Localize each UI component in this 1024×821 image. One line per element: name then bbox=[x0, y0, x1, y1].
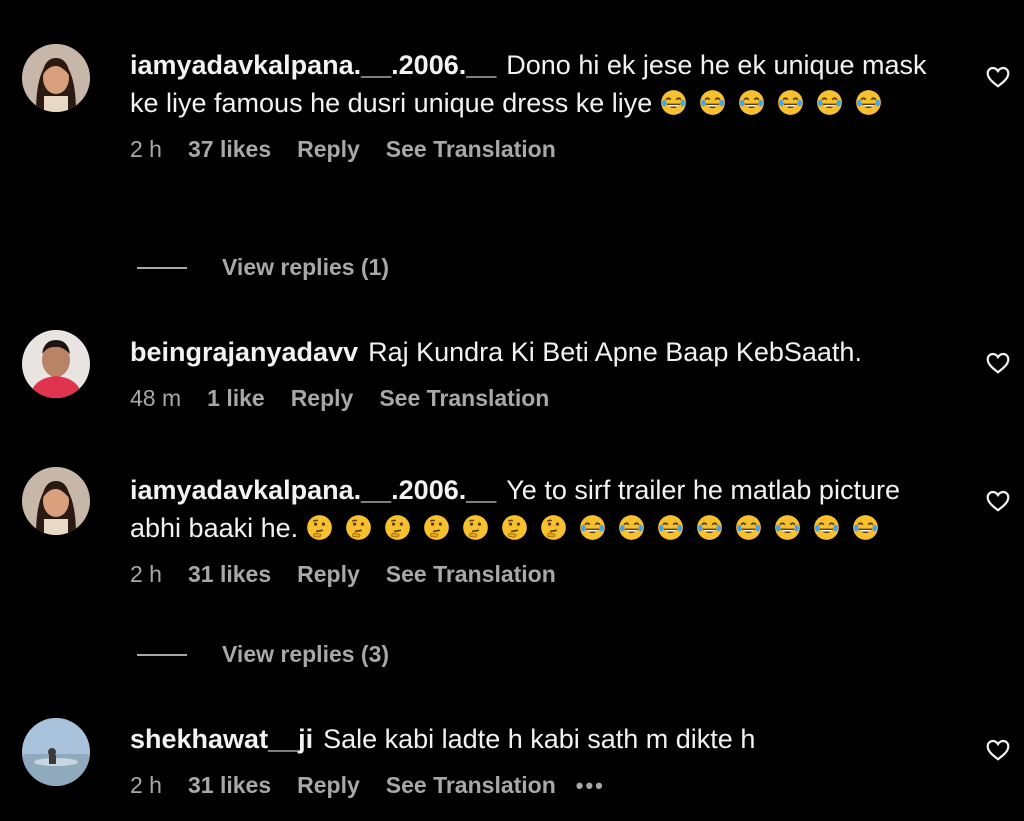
avatar[interactable] bbox=[22, 467, 90, 535]
view-replies-button[interactable]: View replies (1) bbox=[137, 254, 389, 281]
comment-username[interactable]: beingrajanyadavv bbox=[130, 337, 358, 367]
avatar-man-image bbox=[22, 330, 90, 398]
heart-outline-icon[interactable] bbox=[985, 350, 1011, 376]
face-with-tears-of-joy-emoji-icon bbox=[696, 514, 723, 541]
thinking-face-emoji-icon bbox=[345, 514, 372, 541]
comment-time: 2 h bbox=[130, 772, 162, 798]
face-with-tears-of-joy-emoji-icon bbox=[855, 89, 882, 116]
face-with-tears-of-joy-emoji-icon bbox=[660, 89, 687, 116]
more-options-icon[interactable]: ••• bbox=[576, 773, 605, 799]
comment-emojis bbox=[660, 88, 894, 118]
view-replies-label[interactable]: View replies (1) bbox=[222, 254, 389, 281]
comment-time: 2 h bbox=[130, 561, 162, 587]
face-with-tears-of-joy-emoji-icon bbox=[618, 514, 645, 541]
comment-time: 48 m bbox=[130, 385, 182, 411]
avatar-woman-image bbox=[22, 44, 90, 112]
face-with-tears-of-joy-emoji-icon bbox=[816, 89, 843, 116]
thinking-face-emoji-icon bbox=[501, 514, 528, 541]
comment-username[interactable]: iamyadavkalpana.__.2006.__ bbox=[130, 475, 496, 505]
comment-time: 2 h bbox=[130, 136, 162, 162]
face-with-tears-of-joy-emoji-icon bbox=[777, 89, 804, 116]
likes-count-button[interactable]: 1 like bbox=[207, 385, 265, 412]
thinking-face-emoji-icon bbox=[384, 514, 411, 541]
reply-button[interactable]: Reply bbox=[297, 136, 360, 163]
heart-outline-icon[interactable] bbox=[985, 64, 1011, 90]
comment-username[interactable]: iamyadavkalpana.__.2006.__ bbox=[130, 50, 496, 80]
see-translation-button[interactable]: See Translation bbox=[386, 561, 556, 588]
likes-count-button[interactable]: 37 likes bbox=[188, 136, 271, 163]
face-with-tears-of-joy-emoji-icon bbox=[735, 514, 762, 541]
thinking-face-emoji-icon bbox=[540, 514, 567, 541]
thinking-face-emoji-icon bbox=[423, 514, 450, 541]
face-with-tears-of-joy-emoji-icon bbox=[579, 514, 606, 541]
face-with-tears-of-joy-emoji-icon bbox=[699, 89, 726, 116]
replies-divider-line bbox=[137, 266, 187, 269]
thinking-face-emoji-icon bbox=[462, 514, 489, 541]
reply-button[interactable]: Reply bbox=[291, 385, 354, 412]
reply-button[interactable]: Reply bbox=[297, 772, 360, 799]
avatar[interactable] bbox=[22, 44, 90, 112]
likes-count-button[interactable]: 31 likes bbox=[188, 561, 271, 588]
face-with-tears-of-joy-emoji-icon bbox=[738, 89, 765, 116]
face-with-tears-of-joy-emoji-icon bbox=[813, 514, 840, 541]
reply-button[interactable]: Reply bbox=[297, 561, 360, 588]
thinking-face-emoji-icon bbox=[306, 514, 333, 541]
comment-text: Sale kabi ladte h kabi sath m dikte h bbox=[323, 724, 756, 754]
face-with-tears-of-joy-emoji-icon bbox=[774, 514, 801, 541]
avatar-woman-image bbox=[22, 467, 90, 535]
face-with-tears-of-joy-emoji-icon bbox=[657, 514, 684, 541]
view-replies-button[interactable]: View replies (3) bbox=[137, 641, 389, 668]
likes-count-button[interactable]: 31 likes bbox=[188, 772, 271, 799]
view-replies-label[interactable]: View replies (3) bbox=[222, 641, 389, 668]
comment-text: Raj Kundra Ki Beti Apne Baap KebSaath. bbox=[368, 337, 862, 367]
avatar[interactable] bbox=[22, 330, 90, 398]
see-translation-button[interactable]: See Translation bbox=[386, 136, 556, 163]
heart-outline-icon[interactable] bbox=[985, 488, 1011, 514]
comment-emojis bbox=[306, 513, 891, 543]
avatar[interactable] bbox=[22, 718, 90, 786]
replies-divider-line bbox=[137, 653, 187, 656]
see-translation-button[interactable]: See Translation bbox=[386, 772, 556, 799]
heart-outline-icon[interactable] bbox=[985, 737, 1011, 763]
avatar-landscape-image bbox=[22, 718, 90, 786]
face-with-tears-of-joy-emoji-icon bbox=[852, 514, 879, 541]
comment-username[interactable]: shekhawat__ji bbox=[130, 724, 313, 754]
see-translation-button[interactable]: See Translation bbox=[379, 385, 549, 412]
